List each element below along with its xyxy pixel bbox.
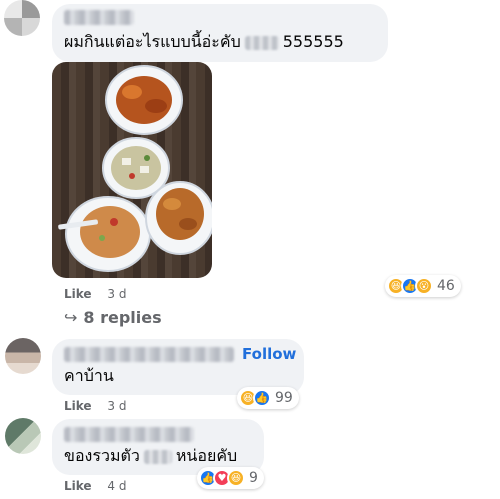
- commenter-name-blurred[interactable]: [64, 10, 134, 25]
- timestamp[interactable]: 4 d: [107, 479, 126, 493]
- food-photo-illustration: [58, 65, 212, 272]
- comment-text: ของรวมตัว หน่อยคับ: [64, 446, 237, 466]
- like-link[interactable]: Like: [64, 287, 92, 301]
- commenter-avatar[interactable]: [5, 338, 41, 374]
- commenter-name-blurred[interactable]: [64, 347, 234, 362]
- comment-text: คาบ้าน: [64, 366, 114, 385]
- haha-icon: 😆: [227, 469, 245, 487]
- timestamp[interactable]: 3 d: [107, 287, 126, 301]
- comment-bubble: ผมกินแต่อะไรแบบนี้อ่ะคับ 555555: [52, 4, 388, 62]
- comment-meta: Like 4 d: [64, 479, 126, 493]
- reply-arrow-icon: ↪: [64, 308, 78, 327]
- comment-text: ผมกินแต่อะไรแบบนี้อ่ะคับ 555555: [64, 32, 344, 52]
- wow-icon: 😮: [415, 277, 433, 295]
- comment-text-part: ของรวมตัว: [64, 446, 140, 465]
- commenter-name-blurred[interactable]: [64, 427, 194, 442]
- redacted-text: [244, 35, 279, 50]
- commenter-avatar[interactable]: [5, 418, 41, 454]
- comment-photo[interactable]: [52, 62, 212, 278]
- comment-meta: Like 3 d: [64, 399, 126, 413]
- reaction-count: 99: [275, 390, 293, 406]
- reaction-summary[interactable]: 😆 👍 😮 46: [385, 275, 461, 297]
- comment-text-part: ผมกินแต่อะไรแบบนี้อ่ะคับ: [64, 32, 241, 51]
- comment-text-part: 555555: [282, 32, 344, 51]
- comment-text-part: หน่อยคับ: [175, 446, 238, 465]
- comment-meta: Like 3 d: [64, 287, 126, 301]
- redacted-text: [143, 449, 172, 464]
- reaction-count: 9: [249, 470, 258, 486]
- replies-label: 8 replies: [83, 308, 162, 327]
- reaction-summary[interactable]: 👍 ♥ 😆 9: [197, 467, 264, 489]
- view-replies-link[interactable]: ↪ 8 replies: [64, 308, 162, 327]
- like-link[interactable]: Like: [64, 479, 92, 493]
- like-link[interactable]: Like: [64, 399, 92, 413]
- reaction-summary[interactable]: 😆 👍 99: [237, 387, 299, 409]
- commenter-avatar[interactable]: [4, 0, 40, 36]
- like-icon: 👍: [253, 389, 271, 407]
- reaction-count: 46: [437, 278, 455, 294]
- follow-button[interactable]: Follow: [242, 345, 296, 363]
- timestamp[interactable]: 3 d: [107, 399, 126, 413]
